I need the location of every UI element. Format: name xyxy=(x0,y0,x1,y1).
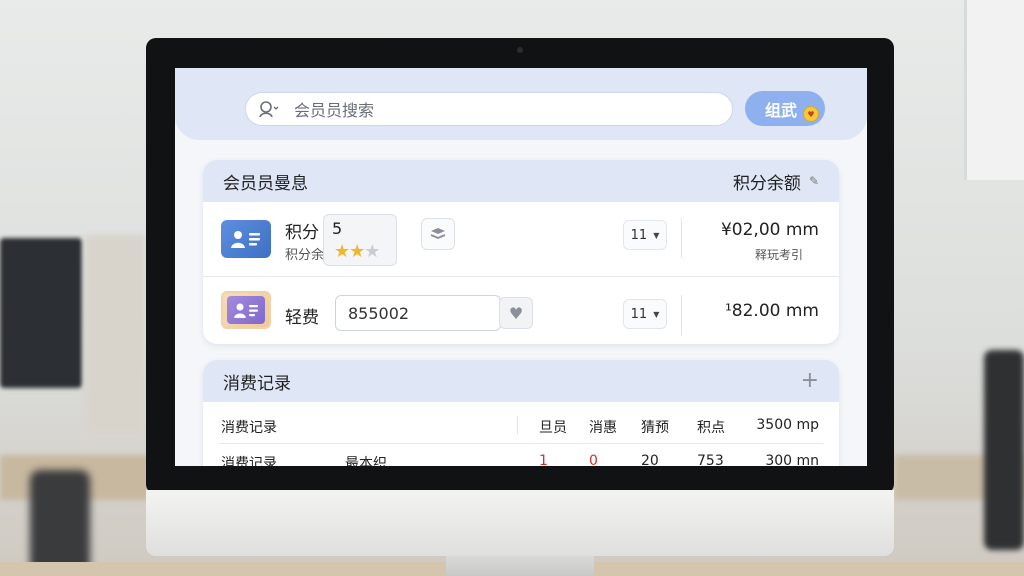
background-shelf xyxy=(85,235,145,435)
select-value: 11 xyxy=(630,306,648,322)
table-cell: 300 mn xyxy=(765,453,819,466)
table-row[interactable]: 消费记录 最本织 1 0 20 753 300 mn xyxy=(219,444,823,466)
column-header[interactable]: 3500 mp xyxy=(756,417,819,433)
star-icon: ★ xyxy=(364,241,380,262)
background-window xyxy=(964,0,1024,180)
column-header[interactable]: 消惠 xyxy=(589,417,617,437)
row-label: 轻费 xyxy=(285,308,319,328)
monitor-stand xyxy=(446,556,594,576)
select-value: 11 xyxy=(630,227,648,243)
background-chair-right xyxy=(984,350,1024,550)
camera-icon xyxy=(517,47,523,53)
table-cell: 消费记录 xyxy=(221,456,277,466)
heart-icon[interactable]: ♥ xyxy=(499,297,533,329)
consumption-records-card: 消费记录 + 消费记录 旦员 消惠 猜预 积点 3500 mp 消费记录 最本织… xyxy=(203,360,839,466)
chevron-down-icon: ▼ xyxy=(653,230,660,240)
plus-icon[interactable]: + xyxy=(801,370,819,392)
search-placeholder: 会员员搜索 xyxy=(294,101,375,120)
table-cell: 0 xyxy=(589,453,598,466)
column-header[interactable]: 猜预 xyxy=(641,417,669,437)
table-header-row: 消费记录 旦员 消惠 猜预 积点 3500 mp xyxy=(219,408,823,444)
amount-sub-label: 释玩考引 xyxy=(754,248,803,262)
pencil-icon: ✎ xyxy=(808,174,819,188)
monitor: 会员员搜索 组武 ♥ 会员员曼息 积分余额 ✎ 积分 积分余 5 ★★★ 11 … xyxy=(146,38,894,576)
star-icon: ★ xyxy=(349,241,365,262)
column-header[interactable]: 消费记录 xyxy=(221,417,277,437)
star-rating: ★★★ xyxy=(334,241,380,262)
search-user-icon xyxy=(258,100,280,118)
divider xyxy=(681,218,682,258)
search-input[interactable]: 会员员搜索 xyxy=(245,92,733,126)
row-sub-label: 积分余额 xyxy=(285,248,323,263)
divider xyxy=(681,295,682,335)
member-info-header: 会员员曼息 积分余额 ✎ xyxy=(203,160,839,202)
member-row-points: 积分 积分余额 5 ★★★ 11 ▼ ¥02,00 mm xyxy=(203,204,839,276)
column-header[interactable]: 旦员 xyxy=(539,417,567,437)
amount-value: ¹82.00 mm xyxy=(724,301,819,321)
records-header: 消费记录 + xyxy=(203,360,839,402)
top-action-label: 组武 xyxy=(765,100,798,120)
app-screen: 会员员搜索 组武 ♥ 会员员曼息 积分余额 ✎ 积分 积分余 5 ★★★ 11 … xyxy=(175,68,867,466)
profile-card-icon xyxy=(221,291,271,329)
consumption-input[interactable]: 855002 xyxy=(335,295,501,331)
monitor-chin xyxy=(146,490,894,556)
table-cell: 最本织 xyxy=(345,456,387,466)
row-label: 积分 xyxy=(285,223,319,243)
amount-value: ¥02,00 mm xyxy=(720,220,819,240)
member-info-card: 会员员曼息 积分余额 ✎ 积分 积分余额 xyxy=(203,160,839,344)
quantity-select[interactable]: 11 ▼ xyxy=(623,299,667,329)
background-monitor xyxy=(0,238,82,388)
rating-value: 5 xyxy=(332,219,343,238)
records-title: 消费记录 xyxy=(223,373,291,394)
quantity-select[interactable]: 11 ▼ xyxy=(623,220,667,250)
top-bar: 会员员搜索 组武 ♥ xyxy=(175,68,867,140)
member-row-consumption: 轻费 855002 ♥ 11 ▼ ¹82.00 mm xyxy=(203,276,839,348)
background-chair-left xyxy=(30,470,90,576)
stack-icon[interactable] xyxy=(421,218,455,250)
table-cell: 1 xyxy=(539,453,548,466)
star-icon: ★ xyxy=(334,241,350,262)
id-card-icon xyxy=(221,220,271,258)
chevron-down-icon: ▼ xyxy=(653,309,660,319)
records-table: 消费记录 旦员 消惠 猜预 积点 3500 mp 消费记录 最本织 1 0 20… xyxy=(219,408,823,466)
points-balance-header[interactable]: 积分余额 ✎ xyxy=(733,169,819,194)
top-action-button[interactable]: 组武 ♥ xyxy=(745,91,825,126)
rating-box[interactable]: 5 ★★★ xyxy=(323,214,397,266)
points-balance-title: 积分余额 xyxy=(732,173,801,194)
table-cell: 20 xyxy=(641,453,659,466)
column-header[interactable]: 积点 xyxy=(697,417,725,437)
coin-icon: ♥ xyxy=(803,106,819,122)
table-cell: 753 xyxy=(697,453,724,466)
member-info-title: 会员员曼息 xyxy=(223,173,308,194)
divider xyxy=(517,416,518,434)
